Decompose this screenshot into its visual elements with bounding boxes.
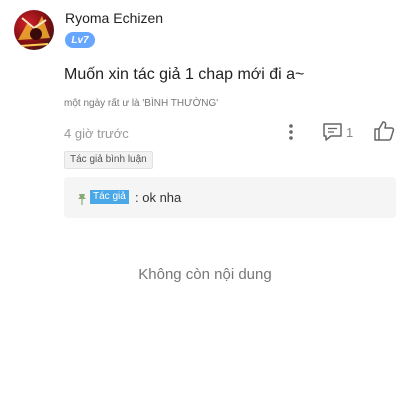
avatar[interactable] (14, 10, 54, 50)
user-signature: một ngày rất ư là 'BÌNH THƯỜNG' (64, 98, 219, 109)
username[interactable]: Ryoma Echizen (65, 10, 163, 26)
reply-count: 1 (346, 125, 354, 140)
reply-text: : ok nha (135, 190, 182, 205)
more-vertical-icon[interactable] (285, 123, 297, 141)
pin-icon (77, 192, 87, 205)
no-more-content-text: Không còn nội dung (138, 266, 272, 283)
reply-author-badge: Tác giả (90, 190, 129, 204)
comment-time: 4 giờ trước (64, 126, 129, 141)
thumbs-up-icon[interactable] (373, 120, 395, 142)
level-badge: Lv7 (65, 32, 95, 48)
reply-box[interactable]: Tác giả : ok nha (64, 177, 396, 218)
comment-text: Muốn xin tác giả 1 chap mới đi a~ (64, 66, 305, 83)
author-comment-tag: Tác giả bình luận (64, 151, 153, 169)
comment-icon[interactable] (322, 122, 344, 142)
